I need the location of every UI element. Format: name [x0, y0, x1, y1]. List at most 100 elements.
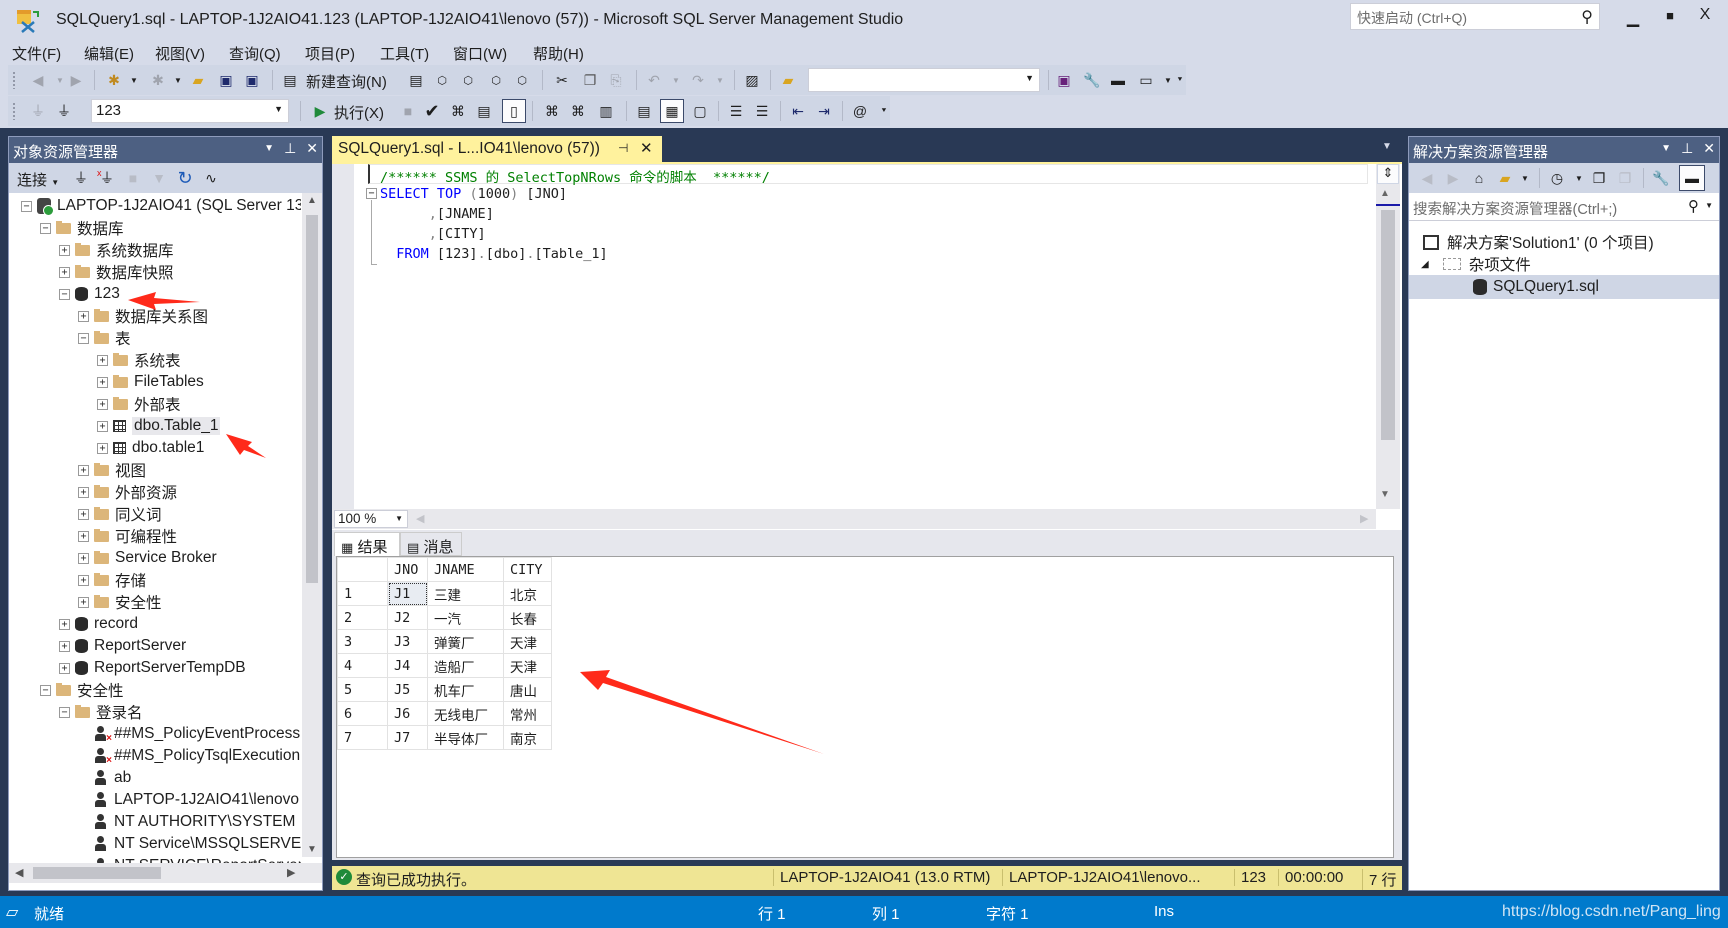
editor-vertical-scrollbar[interactable]: ⇕ ▲ ▼: [1376, 164, 1400, 509]
expand-icon[interactable]: +: [59, 244, 70, 256]
expand-icon[interactable]: +: [59, 266, 70, 278]
scroll-down-icon[interactable]: ▼: [1380, 489, 1390, 500]
tab-sqlquery1[interactable]: SQLQuery1.sql - L...IO41\lenovo (57)) ⊣ …: [332, 136, 662, 162]
grid-cell[interactable]: 一汽: [427, 605, 504, 630]
dropdown-arrow-icon[interactable]: ▼: [1515, 168, 1535, 188]
scroll-right-icon[interactable]: ▶: [1360, 512, 1368, 525]
include-actual-plan-icon[interactable]: ⌘: [542, 101, 562, 121]
redo-icon[interactable]: ↷: [688, 70, 708, 90]
split-window-icon[interactable]: ⇕: [1377, 164, 1399, 184]
tree-node[interactable]: − 安全性: [40, 679, 124, 701]
expand-icon[interactable]: +: [97, 376, 108, 388]
solution-search-input[interactable]: 搜索解决方案资源管理器(Ctrl+;) ⚲ ▼: [1409, 193, 1719, 221]
copy-icon[interactable]: ❐: [580, 70, 600, 90]
grid-cell[interactable]: 三建: [427, 581, 504, 606]
close-panel-icon[interactable]: ✕: [1703, 140, 1715, 157]
window-position-dropdown-icon[interactable]: ▼: [264, 140, 274, 157]
row-number[interactable]: 7: [337, 725, 388, 750]
scroll-up-icon[interactable]: ▲: [304, 195, 320, 206]
collapse-icon[interactable]: −: [21, 200, 32, 212]
cancel-query-icon[interactable]: ■: [398, 101, 418, 121]
scrollbar-thumb[interactable]: [306, 215, 318, 583]
intellisense-toggle-icon[interactable]: ▯: [502, 99, 526, 123]
horizontal-scrollbar[interactable]: ◀ ▶: [9, 863, 322, 883]
scrollbar-thumb[interactable]: [33, 867, 161, 879]
collapse-icon[interactable]: −: [59, 706, 70, 718]
menu-file[interactable]: 文件(F): [12, 43, 61, 64]
specify-template-values-icon[interactable]: @: [850, 101, 870, 121]
properties-wrench-icon[interactable]: 🔧: [1651, 168, 1671, 188]
toolbar-options-icon[interactable]: ⯆: [874, 101, 894, 121]
grid-cell[interactable]: 无线电厂: [427, 701, 504, 726]
grid-cell[interactable]: 弹簧厂: [427, 629, 504, 654]
quick-launch-input[interactable]: 快速启动 (Ctrl+Q) ⚲: [1350, 3, 1600, 30]
add-item-icon[interactable]: ✱: [148, 70, 168, 90]
grid-cell[interactable]: J3: [387, 629, 428, 654]
new-project-icon[interactable]: ✱: [104, 70, 124, 90]
column-header[interactable]: [337, 557, 388, 582]
refresh-icon[interactable]: ↻: [175, 168, 195, 188]
grid-cell[interactable]: J7: [387, 725, 428, 750]
undo-icon[interactable]: ↶: [644, 70, 664, 90]
column-header[interactable]: CITY: [503, 557, 552, 582]
expand-icon[interactable]: +: [97, 354, 108, 366]
grid-cell[interactable]: 半导体厂: [427, 725, 504, 750]
pending-changes-filter-icon[interactable]: ◷: [1547, 168, 1567, 188]
back-icon[interactable]: ◀: [1417, 168, 1437, 188]
solution-node[interactable]: 解决方案'Solution1' (0 个项目): [1409, 231, 1719, 253]
save-icon[interactable]: ▣: [216, 70, 236, 90]
row-number[interactable]: 4: [337, 653, 388, 678]
editor-horizontal-scrollbar[interactable]: 100 % ▼ ◀ ▶: [332, 509, 1376, 529]
dropdown-arrow-icon[interactable]: ▼: [666, 70, 686, 90]
change-connection-icon[interactable]: ⏚: [54, 101, 74, 121]
tree-node[interactable]: + ReportServerTempDB: [59, 657, 246, 679]
find-in-files-icon[interactable]: ▰: [778, 70, 798, 90]
minimize-button[interactable]: ▁: [1618, 8, 1648, 32]
table-row[interactable]: 2 J2 一汽 长春: [337, 605, 552, 630]
tree-node[interactable]: + 数据库关系图: [78, 305, 208, 327]
tree-node[interactable]: − LAPTOP-1J2AIO41 (SQL Server 13.0.1601.5…: [21, 195, 301, 217]
window-position-dropdown-icon[interactable]: ▼: [1661, 140, 1671, 157]
tree-node[interactable]: − 123: [59, 283, 120, 305]
query-options-icon[interactable]: ▤: [474, 101, 494, 121]
new-query-icon[interactable]: ▤: [280, 70, 300, 90]
tree-node[interactable]: + 视图: [78, 459, 146, 481]
scrollbar-thumb[interactable]: [1381, 210, 1395, 440]
row-number[interactable]: 6: [337, 701, 388, 726]
close-tab-icon[interactable]: ✕: [640, 139, 653, 157]
grid-cell[interactable]: 常州: [503, 701, 552, 726]
filter-icon[interactable]: ▼: [149, 168, 169, 188]
tree-node[interactable]: + 系统数据库: [59, 239, 174, 261]
forward-icon[interactable]: ▶: [1443, 168, 1463, 188]
tree-node[interactable]: + 存储: [78, 569, 146, 591]
table-row[interactable]: 1 J1 三建 北京: [337, 581, 552, 606]
grid-cell[interactable]: 北京: [503, 581, 552, 606]
sql-file-node[interactable]: SQLQuery1.sql: [1409, 275, 1719, 299]
grid-cell[interactable]: J6: [387, 701, 428, 726]
menu-project[interactable]: 项目(P): [305, 43, 355, 64]
open-file-icon[interactable]: ▰: [188, 70, 208, 90]
expand-icon[interactable]: +: [97, 420, 108, 432]
tab-results[interactable]: ▦ 结果: [334, 532, 400, 556]
home-icon[interactable]: ⌂: [1469, 168, 1489, 188]
menu-query[interactable]: 查询(Q): [229, 43, 281, 64]
new-query-button[interactable]: 新建查询(N): [306, 71, 387, 92]
database-engine-query-icon[interactable]: ▤: [406, 70, 426, 90]
connect-plug-icon[interactable]: ⏚: [71, 168, 91, 188]
expand-icon[interactable]: +: [59, 640, 70, 652]
increase-indent-icon[interactable]: ⇥: [814, 101, 834, 121]
preview-selected-items-icon[interactable]: ▬: [1679, 165, 1705, 191]
tree-node[interactable]: + Service Broker: [78, 547, 217, 569]
command-window-icon[interactable]: ▭: [1136, 70, 1156, 90]
grid-cell[interactable]: 机车厂: [427, 677, 504, 702]
execute-button[interactable]: 执行(X): [334, 102, 384, 123]
stop-icon[interactable]: ■: [123, 168, 143, 188]
activity-monitor-icon[interactable]: ▨: [742, 70, 762, 90]
xmla-query-icon[interactable]: ⬡: [486, 70, 506, 90]
dmx-query-icon[interactable]: ⬡: [458, 70, 478, 90]
object-explorer-icon[interactable]: ▣: [1054, 70, 1074, 90]
collapse-icon[interactable]: −: [78, 332, 89, 344]
paste-icon[interactable]: ⎘: [606, 70, 626, 90]
pin-tab-icon[interactable]: ⊣: [618, 141, 628, 155]
tree-node[interactable]: − 表: [78, 327, 131, 349]
